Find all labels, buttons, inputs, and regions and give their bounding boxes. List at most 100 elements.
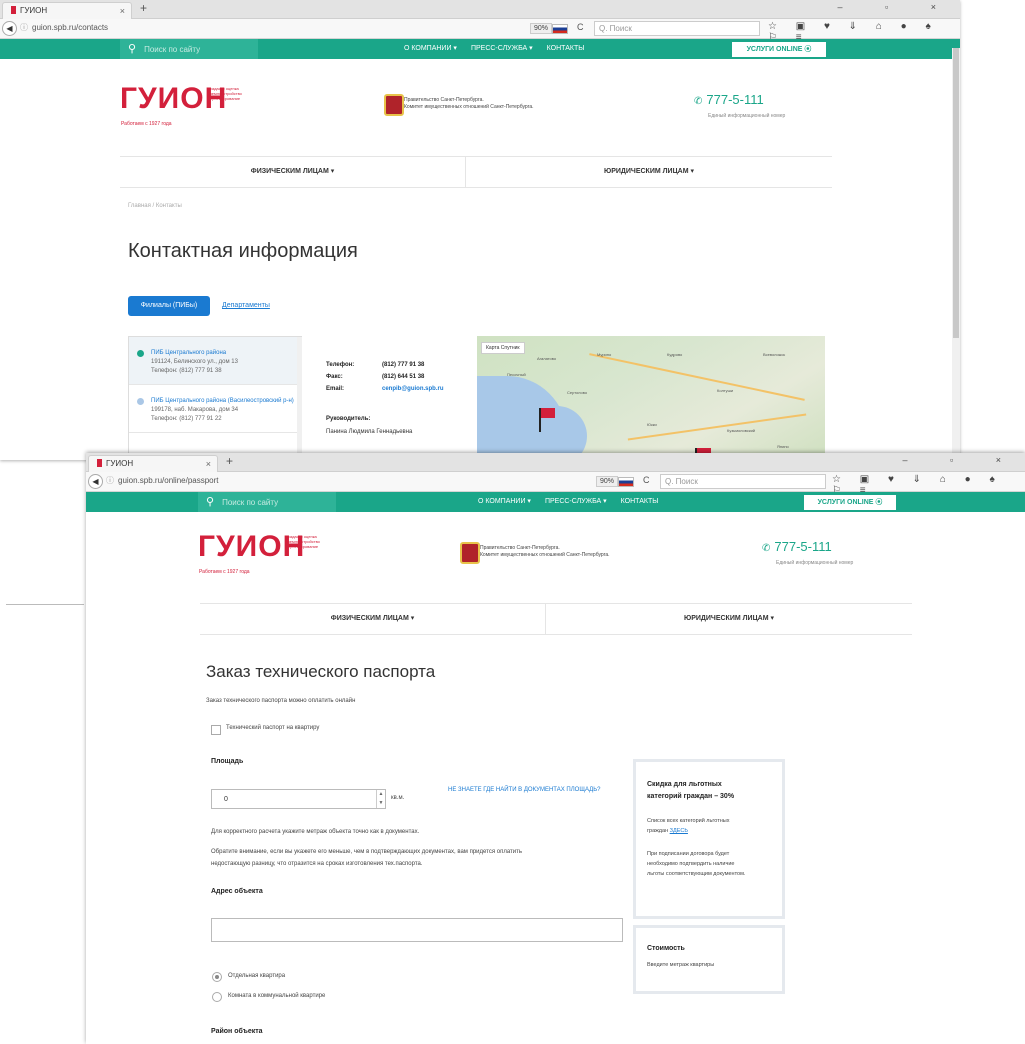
discount-note-1: При подписании договора будет — [647, 851, 730, 857]
email-link[interactable]: cenpib@guion.spb.ru — [382, 386, 444, 392]
nav-press[interactable]: ПРЕСС-СЛУЖБА ▾ — [471, 45, 533, 52]
site-search-input[interactable]: ⚲ Поиск по сайту — [198, 492, 336, 512]
close-tab-icon[interactable]: × — [206, 456, 211, 472]
contact-details: Телефон: (812) 777 91 38 Факс: (812) 644 5… — [302, 336, 477, 460]
map-label: Мурино — [597, 352, 612, 357]
district-label: Район объекта — [211, 1028, 263, 1035]
tab-branches[interactable]: Филиалы (ПИБы) — [128, 296, 210, 316]
address-input[interactable] — [211, 918, 623, 942]
nav-contacts[interactable]: КОНТАКТЫ — [621, 498, 659, 505]
email-label: Email: — [326, 386, 345, 392]
discount-title-2: категорий граждан – 30% — [647, 793, 735, 800]
hotline-phone[interactable]: ✆ 777-5-111 — [762, 539, 832, 554]
since-1927: Работаем с 1927 года — [121, 121, 172, 127]
branch-phone: Телефон: (812) 777 91 22 — [151, 416, 222, 422]
map-marker-icon[interactable] — [539, 408, 555, 432]
radio-communal-label: Комната в коммунальной квартире — [228, 993, 326, 999]
page-scrollbar[interactable] — [952, 48, 960, 460]
area-input[interactable]: 0 ▲ ▼ — [211, 789, 386, 809]
map-label: Всеволожск — [763, 352, 786, 357]
reload-icon[interactable]: C — [577, 22, 584, 32]
flag-icon — [552, 24, 568, 34]
tab-departments[interactable]: Департаменты — [222, 296, 270, 316]
menu-legal[interactable]: ЮРИДИЧЕСКИМ ЛИЦАМ ▾ — [546, 604, 912, 634]
discount-note-2: необходимо подтвердить наличие — [647, 861, 735, 867]
site-search-placeholder: Поиск по сайту — [144, 45, 201, 54]
close-tab-icon[interactable]: × — [120, 3, 125, 19]
nav-company[interactable]: О КОМПАНИИ ▾ — [404, 45, 457, 52]
site-favicon-icon — [11, 6, 16, 14]
nav-press[interactable]: ПРЕСС-СЛУЖБА ▾ — [545, 498, 607, 505]
hotline-phone[interactable]: ✆ 777-5-111 — [694, 92, 764, 107]
map-label: Кудрово — [667, 352, 683, 357]
map-label: Юкки — [647, 422, 657, 427]
browser-search-input[interactable]: Q. Поиск — [594, 21, 760, 36]
divider — [6, 604, 84, 605]
reload-icon[interactable]: C — [643, 475, 650, 485]
phone-number: 777-5-111 — [706, 92, 764, 107]
nav-contacts[interactable]: КОНТАКТЫ — [547, 45, 585, 52]
map-label: Песочный — [507, 372, 526, 377]
page-title: Заказ технического паспорта — [206, 662, 436, 681]
breadcrumb[interactable]: Главная / Контакты — [128, 203, 182, 209]
nav-toolbar: ◀ ⓘ guion.spb.ru/online/passport 90% C Q.… — [86, 472, 1025, 496]
site-search-input[interactable]: ⚲ Поиск по сайту — [120, 39, 258, 59]
phone-value: (812) 777 91 38 — [382, 362, 425, 368]
audience-menu: ФИЗИЧЕСКИМ ЛИЦАМ ▾ ЮРИДИЧЕСКИМ ЛИЦАМ ▾ — [120, 156, 832, 188]
area-stepper[interactable]: ▲ ▼ — [376, 790, 385, 808]
browser-tab[interactable]: ГУИОН × — [88, 455, 218, 472]
head-label: Руководитель: — [326, 416, 371, 422]
map-label: Колтуши — [717, 388, 734, 393]
branch-address: 191124, Белинского ул., дом 13 — [151, 359, 238, 365]
intro-text: Заказ технического паспорта можно оплати… — [206, 698, 356, 704]
cost-text: Введите метраж квартиры — [647, 962, 715, 968]
discount-link[interactable]: ЗДЕСЬ — [670, 828, 688, 834]
search-icon: ⚲ — [206, 496, 215, 508]
map-label: Сертолово — [567, 390, 588, 395]
browser-window-passport: ГУИОН × + – ▫ × ◀ ⓘ guion.spb.ru/online/p… — [86, 453, 1025, 1044]
back-arrow-icon[interactable]: ◀ — [88, 474, 103, 489]
branch-name: ПИБ Центрального района — [151, 350, 227, 356]
list-item[interactable]: ПИБ Центрального района 191124, Белинско… — [129, 337, 303, 385]
zoom-indicator[interactable]: 90% — [596, 476, 619, 487]
window-controls[interactable]: – ▫ × — [838, 2, 956, 12]
url-text: guion.spb.ru/online/passport — [118, 476, 219, 485]
radio-separate-apartment[interactable] — [212, 972, 222, 982]
zoom-indicator[interactable]: 90% — [530, 23, 553, 34]
apartment-passport-checkbox[interactable] — [211, 725, 221, 735]
gov-line-2: Комитет имущественных отношений Санкт-Пе… — [404, 104, 534, 110]
menu-legal[interactable]: ЮРИДИЧЕСКИМ ЛИЦАМ ▾ — [466, 157, 832, 187]
browser-tab[interactable]: ГУИОН × — [2, 2, 132, 19]
url-bar[interactable]: ⓘ guion.spb.ru/contacts — [20, 21, 320, 35]
back-arrow-icon[interactable]: ◀ — [2, 21, 17, 36]
new-tab-button[interactable]: + — [140, 1, 147, 15]
window-controls[interactable]: – ▫ × — [903, 455, 1021, 465]
menu-individuals[interactable]: ФИЗИЧЕСКИМ ЛИЦАМ ▾ — [120, 157, 465, 187]
browser-window-contacts: ГУИОН × + – ▫ × ◀ ⓘ guion.spb.ru/contacts… — [0, 0, 960, 460]
fax-label: Факс: — [326, 374, 343, 380]
email-row: Email: cenpib@guion.spb.ru — [326, 386, 444, 392]
menu-individuals[interactable]: ФИЗИЧЕСКИМ ЛИЦАМ ▾ — [200, 604, 545, 634]
browser-search-input[interactable]: Q. Поиск — [660, 474, 826, 489]
online-services-button[interactable]: УСЛУГИ ONLINE ⦿ — [732, 42, 826, 57]
url-bar[interactable]: ⓘ guion.spb.ru/online/passport — [106, 474, 406, 488]
tab-strip: ГУИОН × + – ▫ × — [86, 453, 1025, 472]
coat-of-arms-icon — [384, 94, 404, 116]
nav-company[interactable]: О КОМПАНИИ ▾ — [478, 498, 531, 505]
new-tab-button[interactable]: + — [226, 454, 233, 468]
area-help-link[interactable]: НЕ ЗНАЕТЕ ГДЕ НАЙТИ В ДОКУМЕНТАХ ПЛОЩАДЬ… — [448, 787, 601, 793]
list-item[interactable]: ПИБ Центрального района (Василеостровски… — [129, 385, 303, 433]
radio-communal-room[interactable] — [212, 992, 222, 1002]
branch-map[interactable]: Карта Спутник Мурино Кудрово Всеволожск … — [477, 336, 825, 460]
flag-icon — [618, 477, 634, 487]
map-label: Янино — [777, 444, 789, 449]
map-type-switch[interactable]: Карта Спутник — [481, 342, 525, 354]
info-icon: ⓘ — [20, 23, 28, 32]
online-services-button[interactable]: УСЛУГИ ONLINE ⦿ — [804, 495, 896, 510]
scroll-thumb[interactable] — [953, 48, 959, 338]
site-topbar: ⚲ Поиск по сайту О КОМПАНИИ ▾ ПРЕСС-СЛУЖБА… — [86, 492, 1025, 512]
branch-name: ПИБ Центрального района (Василеостровски… — [151, 398, 294, 404]
area-value: 0 — [224, 796, 228, 803]
branch-list[interactable]: ПИБ Центрального района 191124, Белинско… — [128, 336, 304, 460]
phone-icon: ✆ — [694, 96, 703, 107]
